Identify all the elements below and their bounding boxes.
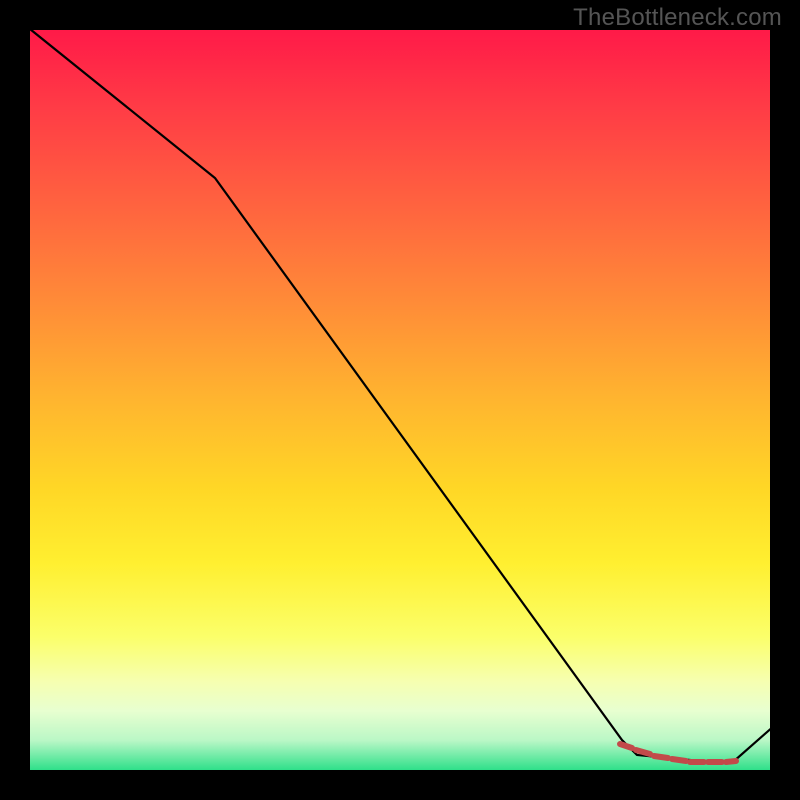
plot-area: [30, 30, 770, 770]
curve-path: [30, 30, 770, 762]
valley-markers: [620, 744, 736, 762]
watermark-text: TheBottleneck.com: [573, 4, 782, 32]
line-plot: [30, 30, 770, 770]
chart-frame: TheBottleneck.com: [0, 0, 800, 800]
